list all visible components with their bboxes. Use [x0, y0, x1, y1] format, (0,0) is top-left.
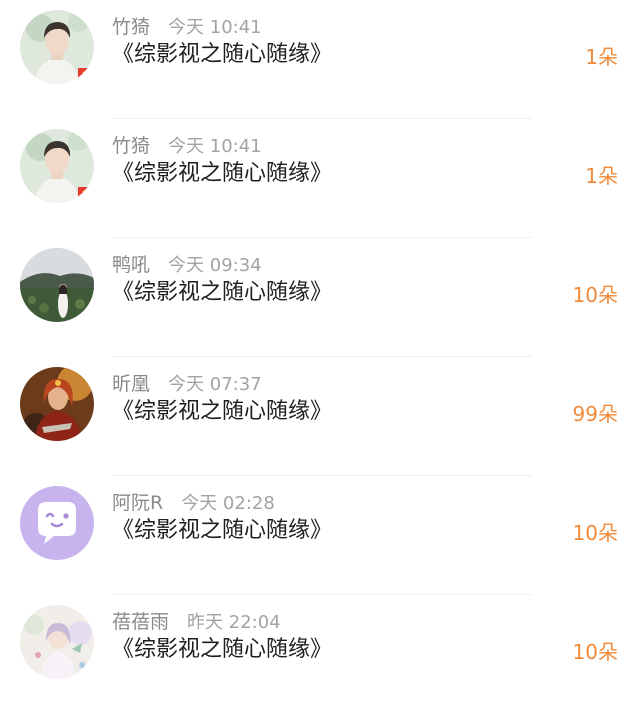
- row-meta: 阿阮R 今天 02:28: [112, 490, 275, 516]
- warrior-avatar-icon[interactable]: [20, 367, 94, 441]
- list-item[interactable]: 竹猗 今天 10:41 《综影视之随心随缘》 1朵: [0, 0, 640, 119]
- portrait-avatar-icon[interactable]: [20, 10, 94, 84]
- list-item[interactable]: 竹猗 今天 10:41 《综影视之随心随缘》 1朵: [0, 119, 640, 238]
- row-meta: 昕凰 今天 07:37: [112, 371, 262, 397]
- gift-count: 99朵: [572, 402, 618, 426]
- book-title: 《综影视之随心随缘》: [112, 637, 333, 662]
- landscape-avatar-icon[interactable]: [20, 248, 94, 322]
- list-item[interactable]: 昕凰 今天 07:37 《综影视之随心随缘》 99朵: [0, 357, 640, 476]
- gift-record-list: 竹猗 今天 10:41 《综影视之随心随缘》 1朵 竹猗 今天 10:41 《综影视…: [0, 0, 640, 698]
- illustration-avatar-icon[interactable]: [20, 605, 94, 679]
- user-name[interactable]: 鸭吼: [112, 254, 150, 276]
- timestamp: 今天 09:34: [168, 255, 262, 276]
- gift-count: 10朵: [572, 283, 618, 307]
- gift-count: 10朵: [572, 521, 618, 545]
- timestamp: 昨天 22:04: [187, 612, 281, 633]
- user-name[interactable]: 竹猗: [112, 135, 150, 157]
- book-title: 《综影视之随心随缘》: [112, 280, 333, 305]
- user-name[interactable]: 竹猗: [112, 16, 150, 38]
- book-title: 《综影视之随心随缘》: [112, 42, 333, 67]
- book-title: 《综影视之随心随缘》: [112, 399, 333, 424]
- portrait-avatar-icon[interactable]: [20, 129, 94, 203]
- timestamp: 今天 07:37: [168, 374, 262, 395]
- user-name[interactable]: 阿阮R: [112, 492, 163, 514]
- timestamp: 今天 02:28: [181, 493, 275, 514]
- row-meta: 蓓蓓雨 昨天 22:04: [112, 609, 281, 635]
- gift-count: 10朵: [572, 640, 618, 664]
- timestamp: 今天 10:41: [168, 17, 262, 38]
- timestamp: 今天 10:41: [168, 136, 262, 157]
- row-meta: 竹猗 今天 10:41: [112, 133, 262, 159]
- list-item[interactable]: 蓓蓓雨 昨天 22:04 《综影视之随心随缘》 10朵: [0, 595, 640, 714]
- gift-count: 1朵: [585, 45, 618, 69]
- book-title: 《综影视之随心随缘》: [112, 161, 333, 186]
- row-meta: 鸭吼 今天 09:34: [112, 252, 262, 278]
- chat-bubble-avatar-icon[interactable]: [20, 486, 94, 560]
- user-name[interactable]: 昕凰: [112, 373, 150, 395]
- list-item[interactable]: 阿阮R 今天 02:28 《综影视之随心随缘》 10朵: [0, 476, 640, 595]
- book-title: 《综影视之随心随缘》: [112, 518, 333, 543]
- row-meta: 竹猗 今天 10:41: [112, 14, 262, 40]
- user-name[interactable]: 蓓蓓雨: [112, 611, 169, 633]
- list-item[interactable]: 鸭吼 今天 09:34 《综影视之随心随缘》 10朵: [0, 238, 640, 357]
- gift-count: 1朵: [585, 164, 618, 188]
